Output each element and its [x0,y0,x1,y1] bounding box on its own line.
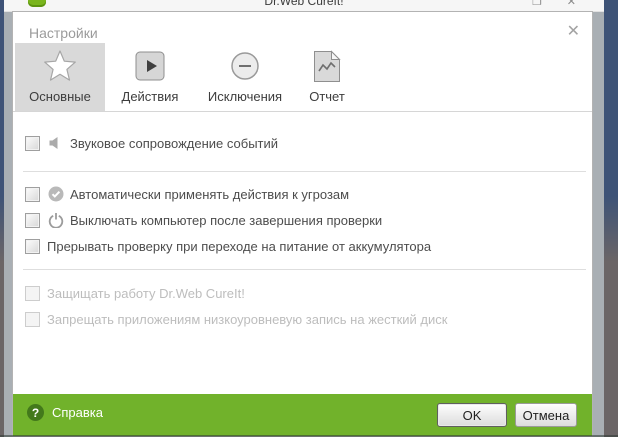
tab-actions[interactable]: Действия [105,43,195,111]
block-lowlevel-write-checkbox[interactable] [25,311,40,327]
ok-button[interactable]: OK [437,403,507,427]
maximize-icon[interactable]: ❐ [532,0,542,8]
settings-dialog: Настройки ✕ Основные Действия Исключения… [12,11,593,437]
checkbox-label: Звуковое сопровождение событий [70,135,279,151]
power-icon [47,212,64,228]
footer-bar: ? Справка OK Отмена [13,394,592,436]
checkbox-label: Автоматически применять действия к угроз… [70,186,350,202]
shutdown-checkbox[interactable] [25,212,40,228]
checkbox-label: Выключать компьютер после завершения про… [70,212,383,228]
background-window-title: Dr.Web CureIt! [264,0,344,8]
checkbox-row-auto-apply: Автоматически применять действия к угроз… [25,186,349,202]
group-divider [23,269,586,270]
tab-label: Основные [29,89,91,104]
check-circle-icon [47,186,64,202]
tab-main[interactable]: Основные [15,43,105,111]
minus-circle-icon [229,43,261,89]
play-icon [135,43,165,89]
checkbox-label: Прерывать проверку при переходе на питан… [47,238,432,254]
checkbox-label: Запрещать приложениям низкоуровневую зап… [47,311,448,327]
speaker-icon [47,136,64,150]
checkbox-row-self-protect: Защищать работу Dr.Web CureIt! [25,285,245,301]
star-icon [43,43,77,89]
dialog-title: Настройки [29,25,98,41]
tab-exclusions[interactable]: Исключения [195,43,295,111]
checkbox-label: Защищать работу Dr.Web CureIt! [47,285,245,301]
tabbar-divider [13,111,592,112]
checkbox-row-sound: Звуковое сопровождение событий [25,135,278,151]
tab-bar: Основные Действия Исключения Отчет [15,43,359,111]
tab-label: Действия [121,89,179,104]
tab-report[interactable]: Отчет [295,43,359,111]
checkbox-row-shutdown: Выключать компьютер после завершения про… [25,212,382,228]
report-icon [313,43,341,89]
help-label: Справка [52,405,103,420]
sound-checkbox[interactable] [25,135,40,151]
checkbox-row-battery-pause: Прерывать проверку при переходе на питан… [25,238,431,254]
background-close-icon[interactable]: ✕ [567,0,576,8]
self-protect-checkbox[interactable] [25,285,40,301]
question-icon: ? [27,404,44,421]
group-divider [23,171,586,172]
close-icon[interactable]: ✕ [567,24,580,40]
cancel-button[interactable]: Отмена [515,403,577,427]
checkbox-row-block-lowlevel-write: Запрещать приложениям низкоуровневую зап… [25,311,447,327]
tab-label: Отчет [309,89,345,104]
help-link[interactable]: ? Справка [27,404,103,421]
tab-label: Исключения [207,89,283,104]
battery-pause-checkbox[interactable] [25,238,40,254]
auto-apply-checkbox[interactable] [25,186,40,202]
